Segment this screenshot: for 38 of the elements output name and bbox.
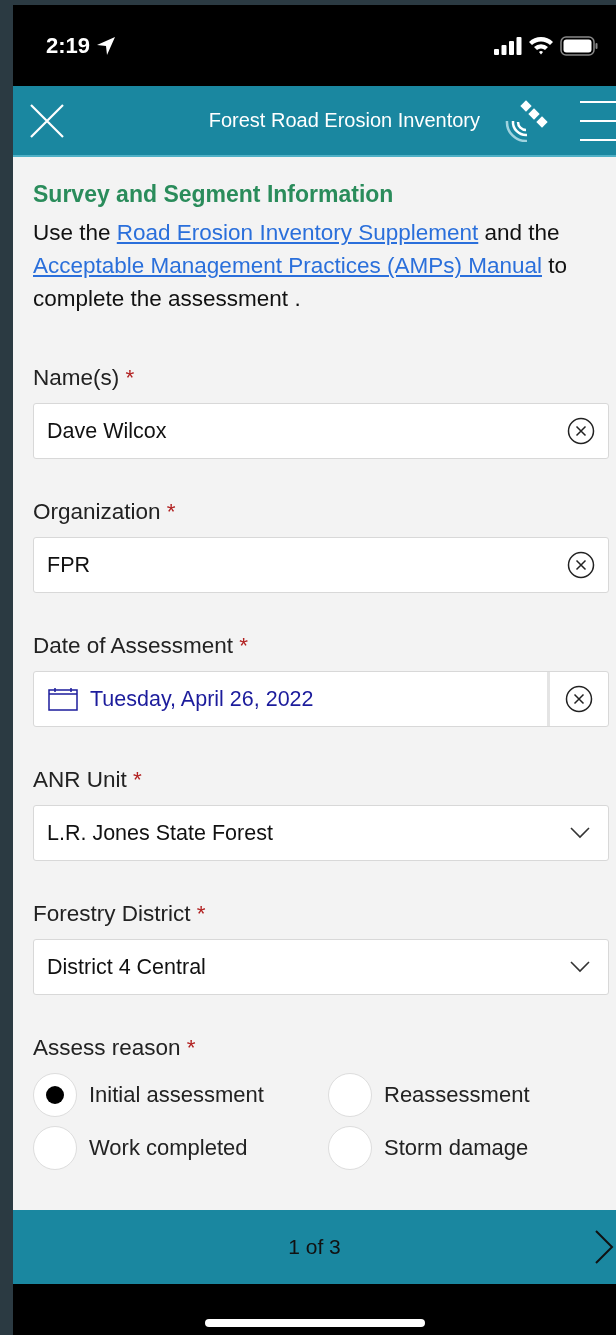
radio-option[interactable]: Work completed <box>33 1126 328 1171</box>
clear-icon[interactable] <box>567 551 595 580</box>
field-label: Assess reason * <box>33 1035 197 1062</box>
next-page-icon[interactable] <box>594 1230 614 1265</box>
radio-icon[interactable] <box>33 1126 77 1171</box>
menu-icon[interactable] <box>580 98 616 143</box>
radio-option[interactable]: Reassessment <box>328 1073 608 1118</box>
radio-option[interactable]: Initial assessment <box>33 1073 328 1118</box>
page-indicator: 1 of 3 <box>288 1235 341 1259</box>
status-time: 2:19 <box>46 32 91 59</box>
battery-icon <box>560 35 598 56</box>
field-label: Organization * <box>33 499 177 526</box>
calendar-icon <box>48 687 78 712</box>
wifi-icon <box>528 36 554 56</box>
field-label: ANR Unit * <box>33 767 143 794</box>
radio-option[interactable]: Storm damage <box>328 1126 608 1171</box>
dropdown-field[interactable]: L.R. Jones State Forest <box>33 805 609 862</box>
document-link[interactable]: Acceptable Management Practices (AMPs) Manual <box>33 253 542 279</box>
field-label: Name(s) * <box>33 365 136 392</box>
intro-paragraph: Use the Road Erosion Inventory Supplement and the Acceptable Management Practices (AMPs) Manual to complete the assessment . <box>33 219 568 314</box>
signal-icon <box>494 36 522 55</box>
chevron-down-icon <box>570 827 590 840</box>
clear-icon[interactable] <box>565 685 593 714</box>
radio-icon[interactable] <box>33 1073 77 1118</box>
app-title: Forest Road Erosion Inventory <box>207 109 481 133</box>
document-link[interactable]: Road Erosion Inventory Supplement <box>116 220 479 246</box>
location-arrow-icon <box>96 35 117 56</box>
close-icon[interactable] <box>30 103 64 138</box>
text-field[interactable]: Dave Wilcox <box>33 403 609 460</box>
text-field[interactable]: FPR <box>33 537 609 594</box>
field-label: Forestry District * <box>33 901 207 928</box>
dropdown-field[interactable]: District 4 Central <box>33 939 609 996</box>
radio-icon[interactable] <box>328 1073 372 1118</box>
chevron-down-icon <box>570 961 590 974</box>
radio-icon[interactable] <box>328 1126 372 1171</box>
clear-icon[interactable] <box>567 417 595 446</box>
section-title: Survey and Segment Information <box>33 181 395 209</box>
field-label: Date of Assessment * <box>33 633 250 660</box>
